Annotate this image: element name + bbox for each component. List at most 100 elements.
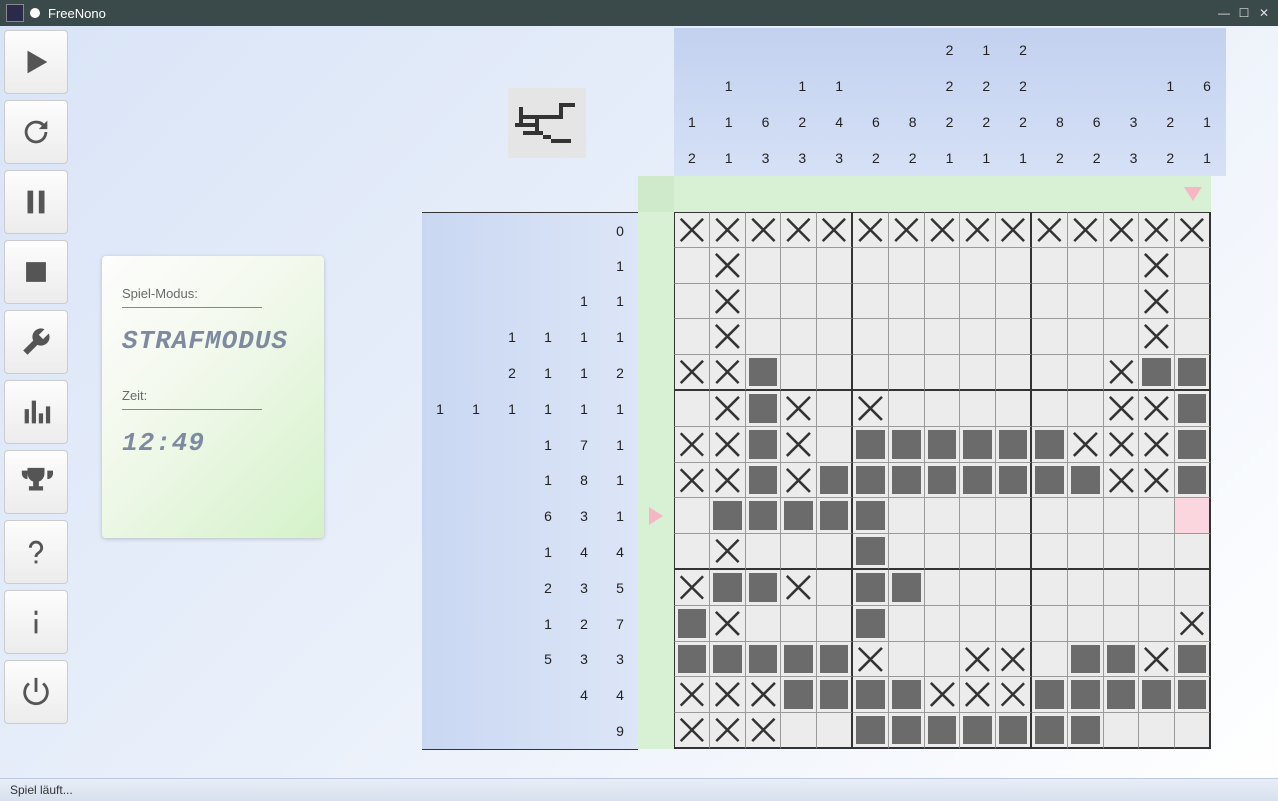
grid-cell[interactable] [781, 606, 817, 642]
grid-cell[interactable] [925, 212, 961, 248]
grid-cell[interactable] [1139, 248, 1175, 284]
grid-cell[interactable] [674, 677, 710, 713]
grid-cell[interactable] [1175, 463, 1211, 499]
help-button[interactable] [4, 520, 68, 584]
grid-cell[interactable] [853, 570, 889, 606]
grid-cell[interactable] [1175, 713, 1211, 749]
grid-cell[interactable] [996, 427, 1032, 463]
grid-cell[interactable] [817, 498, 853, 534]
grid-cell[interactable] [674, 570, 710, 606]
grid-cell[interactable] [925, 355, 961, 391]
grid-cell[interactable] [1032, 570, 1068, 606]
grid-cell[interactable] [746, 534, 782, 570]
grid-cell[interactable] [960, 463, 996, 499]
grid-cell[interactable] [1032, 642, 1068, 678]
grid-cell[interactable] [1175, 606, 1211, 642]
grid-cell[interactable] [1139, 534, 1175, 570]
grid-cell[interactable] [960, 534, 996, 570]
grid-cell[interactable] [925, 248, 961, 284]
grid-cell[interactable] [925, 534, 961, 570]
grid-cell[interactable] [1175, 642, 1211, 678]
grid-cell[interactable] [1032, 498, 1068, 534]
power-button[interactable] [4, 660, 68, 724]
grid-cell[interactable] [960, 606, 996, 642]
grid-cell[interactable] [817, 427, 853, 463]
grid-cell[interactable] [817, 534, 853, 570]
grid-cell[interactable] [960, 212, 996, 248]
grid-cell[interactable] [1139, 391, 1175, 427]
grid-cell[interactable] [853, 498, 889, 534]
grid-cell[interactable] [960, 498, 996, 534]
grid-cell[interactable] [925, 391, 961, 427]
grid-cell[interactable] [925, 498, 961, 534]
grid-cell[interactable] [853, 248, 889, 284]
grid-cell[interactable] [674, 391, 710, 427]
grid-cell[interactable] [1175, 677, 1211, 713]
grid-cell[interactable] [889, 355, 925, 391]
grid-cell[interactable] [674, 248, 710, 284]
grid-cell[interactable] [1068, 534, 1104, 570]
stop-button[interactable] [4, 240, 68, 304]
grid-cell[interactable] [1068, 606, 1104, 642]
grid-cell[interactable] [746, 463, 782, 499]
grid-cell[interactable] [1139, 642, 1175, 678]
grid-cell[interactable] [1068, 642, 1104, 678]
pause-button[interactable] [4, 170, 68, 234]
grid-cell[interactable] [960, 713, 996, 749]
grid-cell[interactable] [1068, 212, 1104, 248]
grid-cell[interactable] [710, 570, 746, 606]
grid-cell[interactable] [1032, 677, 1068, 713]
grid-cell[interactable] [996, 642, 1032, 678]
play-button[interactable] [4, 30, 68, 94]
grid-cell[interactable] [1032, 355, 1068, 391]
grid-cell[interactable] [889, 391, 925, 427]
grid-cell[interactable] [710, 642, 746, 678]
grid-cell[interactable] [710, 319, 746, 355]
grid-cell[interactable] [781, 642, 817, 678]
grid-cell[interactable] [925, 606, 961, 642]
grid-cell[interactable] [1068, 319, 1104, 355]
grid-cell[interactable] [817, 319, 853, 355]
grid-cell[interactable] [925, 319, 961, 355]
grid-cell[interactable] [1104, 248, 1140, 284]
grid-cell[interactable] [1068, 248, 1104, 284]
grid-cell[interactable] [853, 677, 889, 713]
restart-button[interactable] [4, 100, 68, 164]
grid-cell[interactable] [925, 677, 961, 713]
grid-cell[interactable] [925, 642, 961, 678]
grid-cell[interactable] [781, 463, 817, 499]
grid-cell[interactable] [1175, 391, 1211, 427]
grid-cell[interactable] [889, 498, 925, 534]
grid-cell[interactable] [1104, 677, 1140, 713]
grid-cell[interactable] [1032, 534, 1068, 570]
grid-cell[interactable] [996, 248, 1032, 284]
grid-cell[interactable] [996, 463, 1032, 499]
minimize-button[interactable]: — [1216, 5, 1232, 21]
grid-cell[interactable] [1032, 284, 1068, 320]
grid-cell[interactable] [1104, 642, 1140, 678]
grid-cell[interactable] [889, 284, 925, 320]
grid-cell[interactable] [996, 284, 1032, 320]
grid-cell[interactable] [746, 642, 782, 678]
grid-cell[interactable] [1104, 713, 1140, 749]
grid-cell[interactable] [1032, 713, 1068, 749]
grid-cell[interactable] [674, 713, 710, 749]
grid-cell[interactable] [1068, 498, 1104, 534]
maximize-button[interactable]: ☐ [1236, 5, 1252, 21]
grid-cell[interactable] [1104, 355, 1140, 391]
grid-cell[interactable] [1068, 463, 1104, 499]
grid-cell[interactable] [1139, 319, 1175, 355]
grid-cell[interactable] [746, 391, 782, 427]
grid-cell[interactable] [1068, 427, 1104, 463]
grid-cell[interactable] [1139, 713, 1175, 749]
grid-cell[interactable] [1068, 284, 1104, 320]
grid-cell[interactable] [781, 212, 817, 248]
grid-cell[interactable] [1139, 355, 1175, 391]
grid-cell[interactable] [746, 713, 782, 749]
grid-cell[interactable] [960, 391, 996, 427]
grid-cell[interactable] [996, 713, 1032, 749]
grid-cell[interactable] [1175, 319, 1211, 355]
grid-cell[interactable] [817, 642, 853, 678]
grid-cell[interactable] [781, 713, 817, 749]
grid-cell[interactable] [746, 212, 782, 248]
